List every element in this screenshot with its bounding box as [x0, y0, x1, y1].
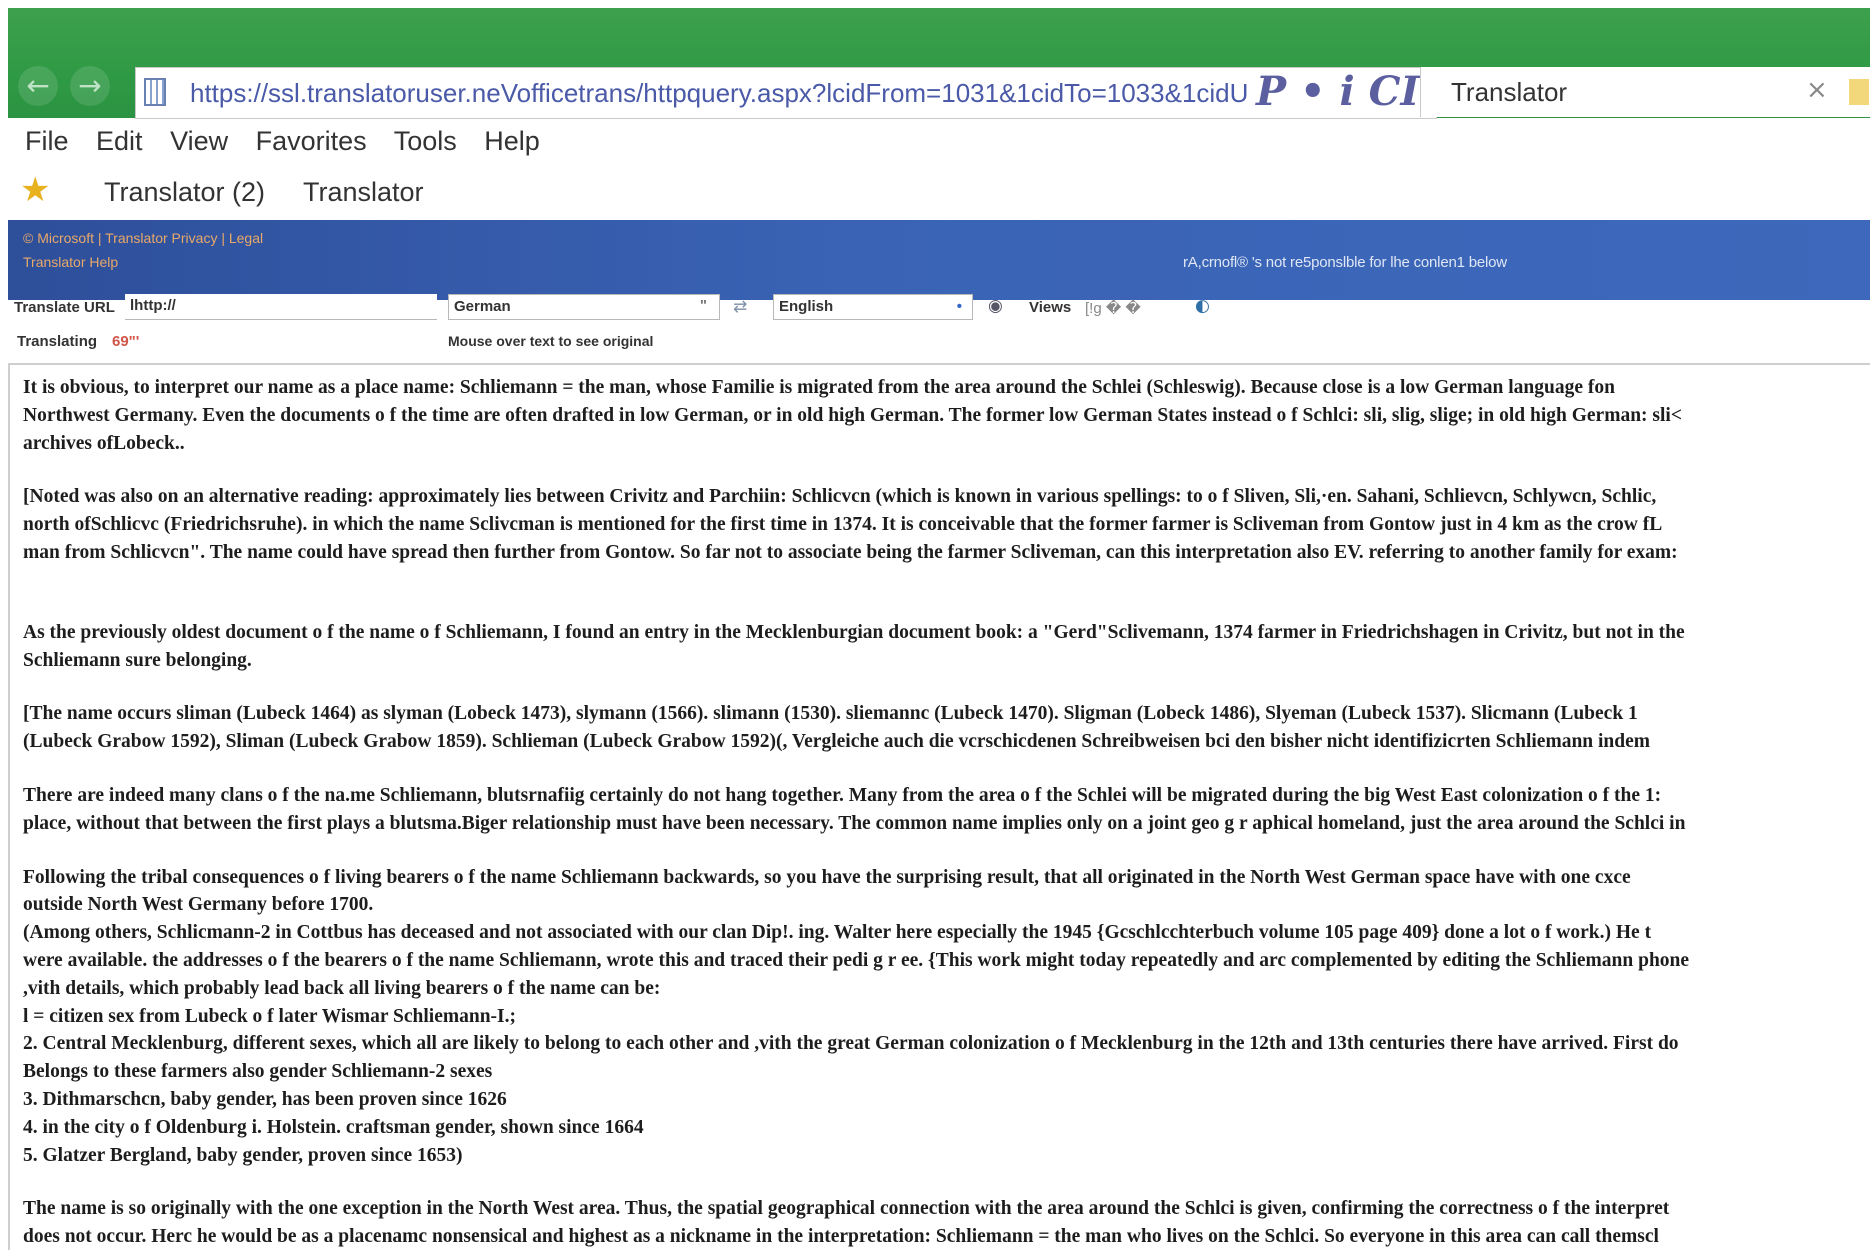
menu-tools[interactable]: Tools — [394, 126, 457, 156]
tab-title: Translator — [1451, 77, 1568, 107]
document-line: It is obvious, to interpret our name as … — [23, 377, 1615, 398]
address-bar[interactable]: https://ssl.translatoruser.neVofficetran… — [135, 67, 1437, 119]
document-line: man from Schlicvcn". The name could have… — [23, 541, 1678, 563]
document-line: [The name occurs sliman (Lubeck 1464) as… — [23, 703, 1638, 725]
swap-languages-icon[interactable]: ⇄ — [733, 297, 747, 317]
translate-url-label: Translate URL — [14, 299, 115, 316]
tab-close-icon[interactable]: × — [1806, 75, 1828, 105]
document-line: 2. Central Mecklenburg, different sexes,… — [23, 1033, 1679, 1055]
menu-edit[interactable]: Edit — [96, 126, 143, 156]
translate-url-input[interactable]: lhttp:// — [125, 294, 437, 320]
forward-button[interactable]: → — [70, 66, 110, 106]
from-language-value: German — [454, 298, 511, 315]
address-url[interactable]: https://ssl.translatoruser.neVofficetran… — [190, 78, 1248, 109]
document-line: l = citizen sex from Lubeck o f later Wi… — [23, 1005, 516, 1027]
banner-links[interactable]: © Microsoft | Translator Privacy | Legal — [23, 230, 263, 246]
document-line: archives ofLobeck.. — [23, 432, 185, 454]
document-line: place, without that between the first pl… — [23, 812, 1686, 834]
back-button[interactable]: ← — [18, 66, 58, 106]
document-line: 3. Dithmarschcn, baby gender, has been p… — [23, 1088, 507, 1110]
translated-document: It is obvious, to interpret our name as … — [8, 363, 1870, 1250]
views-split-icon[interactable]: ◐ — [1195, 296, 1210, 316]
banner-disclaimer: rA,crnofl® 's not re5ponslble for lhe co… — [1183, 254, 1507, 271]
menu-bar: File Edit View Favorites Tools Help — [25, 126, 560, 157]
document-line: There are indeed many clans o f the na.m… — [23, 784, 1662, 806]
to-language-select[interactable]: English • — [773, 294, 973, 320]
from-language-select[interactable]: German " — [448, 294, 720, 320]
document-line: Following the tribal consequences o f li… — [23, 866, 1631, 888]
document-line: As the previously oldest document o f th… — [23, 621, 1685, 643]
document-line: were available. the addresses o f the be… — [23, 949, 1690, 971]
translate-go-icon[interactable]: ◉ — [988, 296, 1003, 316]
from-language-dropdown-icon: " — [699, 297, 707, 314]
document-line: The name is so originally with the one e… — [23, 1198, 1670, 1220]
document-line: Northwest Germany. Even the documents o … — [23, 404, 1682, 426]
to-language-value: English — [779, 298, 834, 315]
document-line: Schliemann sure belonging. — [23, 649, 252, 671]
views-options[interactable]: [!g � � — [1085, 299, 1141, 317]
translator-help-link[interactable]: Translator Help — [23, 254, 118, 270]
tab-translator[interactable]: Translator × — [1420, 67, 1870, 117]
document-line: outside North West Germany before 1700. — [23, 894, 374, 916]
address-bar-controls[interactable]: P • i CI — [1256, 68, 1419, 116]
page-icon — [144, 78, 166, 106]
document-line: 4. in the city o f Oldenburg i. Holstein… — [23, 1116, 644, 1138]
to-language-dropdown-icon: • — [956, 298, 962, 315]
document-line: ,vith details, which probably lead back … — [23, 977, 661, 999]
document-line: (Among others, Schlicmann-2 in Cottbus h… — [23, 922, 1652, 944]
translating-progress: 69"' — [112, 333, 140, 350]
document-line: does not occur. Herc he would be as a pl… — [23, 1226, 1659, 1248]
document-line: 5. Glatzer Bergland, baby gender, proven… — [23, 1144, 463, 1166]
document-line: north ofSchlicvc (Friedrichsruhe). in wh… — [23, 514, 1663, 536]
menu-file[interactable]: File — [25, 126, 69, 156]
url-input-value: lhttp:// — [130, 297, 176, 314]
mouse-over-hint: Mouse over text to see original — [448, 333, 654, 349]
favorite-translator[interactable]: Translator — [303, 177, 424, 208]
document-line: Belongs to these farmers also gender Sch… — [23, 1061, 493, 1083]
document-line: [Noted was also on an alternative readin… — [23, 486, 1657, 508]
new-tab-icon[interactable] — [1849, 79, 1869, 105]
translating-label: Translating — [17, 333, 98, 350]
back-arrow-icon: ← — [26, 69, 50, 102]
menu-view[interactable]: View — [170, 126, 228, 156]
translator-banner: © Microsoft | Translator Privacy | Legal… — [8, 220, 1870, 300]
forward-arrow-icon: → — [78, 69, 102, 102]
menu-help[interactable]: Help — [484, 126, 540, 156]
views-label: Views — [1029, 299, 1072, 316]
favorites-star-icon[interactable]: ★ — [20, 170, 50, 210]
document-text: It is obvious, to interpret our name as … — [23, 374, 1870, 1250]
favorite-translator-2[interactable]: Translator (2) — [104, 177, 265, 208]
menu-favorites[interactable]: Favorites — [256, 126, 367, 156]
document-line: (Lubeck Grabow 1592), Sliman (Lubeck Gra… — [23, 731, 1651, 753]
